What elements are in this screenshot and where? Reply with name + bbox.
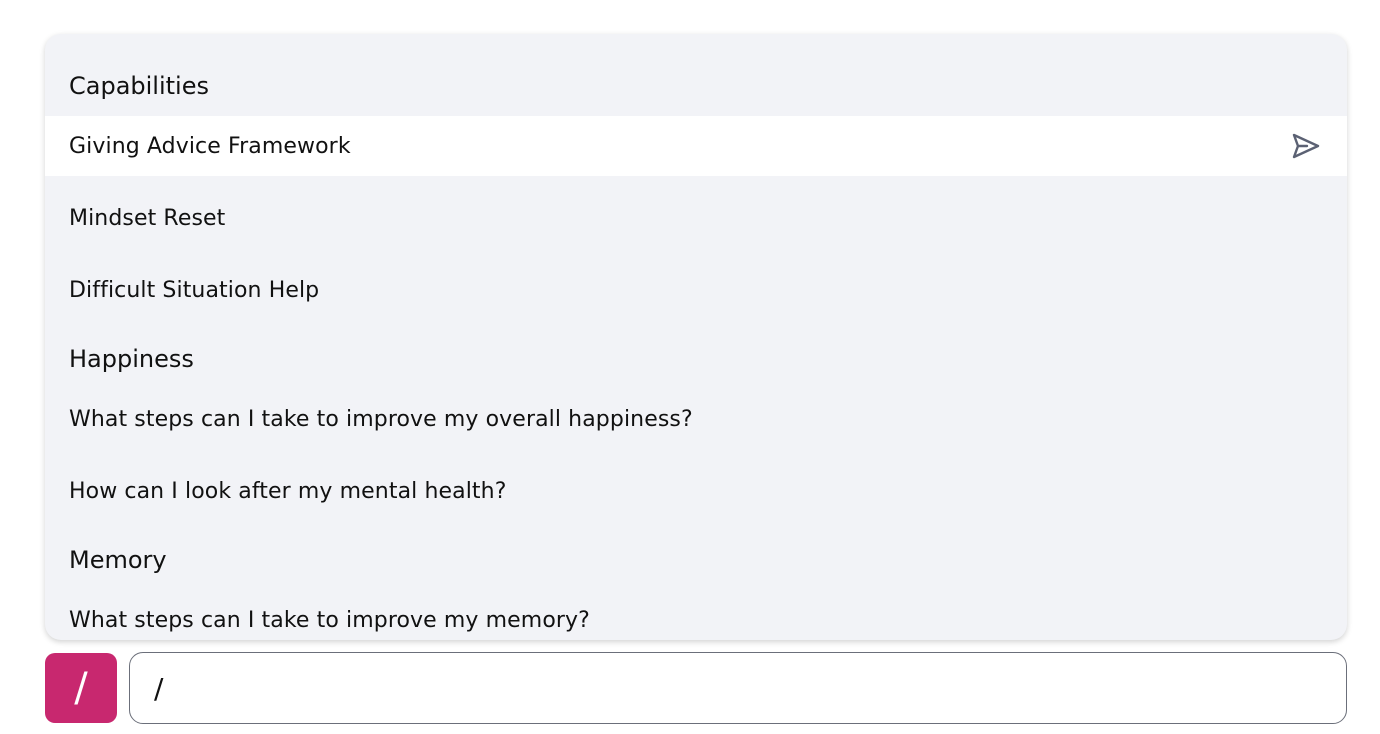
menu-item-label: Giving Advice Framework bbox=[69, 133, 351, 159]
menu-item-label: What steps can I take to improve my memo… bbox=[69, 607, 590, 633]
menu-item-label: What steps can I take to improve my over… bbox=[69, 406, 693, 432]
menu-item-mental-health[interactable]: How can I look after my mental health? bbox=[45, 461, 1347, 521]
menu-item-mindset-reset[interactable]: Mindset Reset bbox=[45, 188, 1347, 248]
section-title-capabilities: Capabilities bbox=[69, 72, 209, 100]
section-title-memory: Memory bbox=[69, 546, 167, 574]
message-input-text: / bbox=[154, 671, 164, 705]
menu-item-improve-happiness[interactable]: What steps can I take to improve my over… bbox=[45, 389, 1347, 449]
send-icon[interactable] bbox=[1291, 133, 1321, 159]
menu-item-label: Mindset Reset bbox=[69, 205, 226, 231]
menu-item-label: How can I look after my mental health? bbox=[69, 478, 507, 504]
menu-item-label: Difficult Situation Help bbox=[69, 277, 320, 303]
menu-item-giving-advice-framework[interactable]: Giving Advice Framework bbox=[45, 116, 1347, 176]
menu-item-improve-memory[interactable]: What steps can I take to improve my memo… bbox=[45, 590, 1347, 640]
section-title-happiness: Happiness bbox=[69, 345, 194, 373]
command-suggestions-panel: Capabilities Giving Advice Framework Min… bbox=[45, 34, 1347, 640]
message-input[interactable]: / bbox=[129, 652, 1347, 724]
command-button[interactable]: / bbox=[45, 653, 117, 723]
menu-item-difficult-situation-help[interactable]: Difficult Situation Help bbox=[45, 260, 1347, 320]
